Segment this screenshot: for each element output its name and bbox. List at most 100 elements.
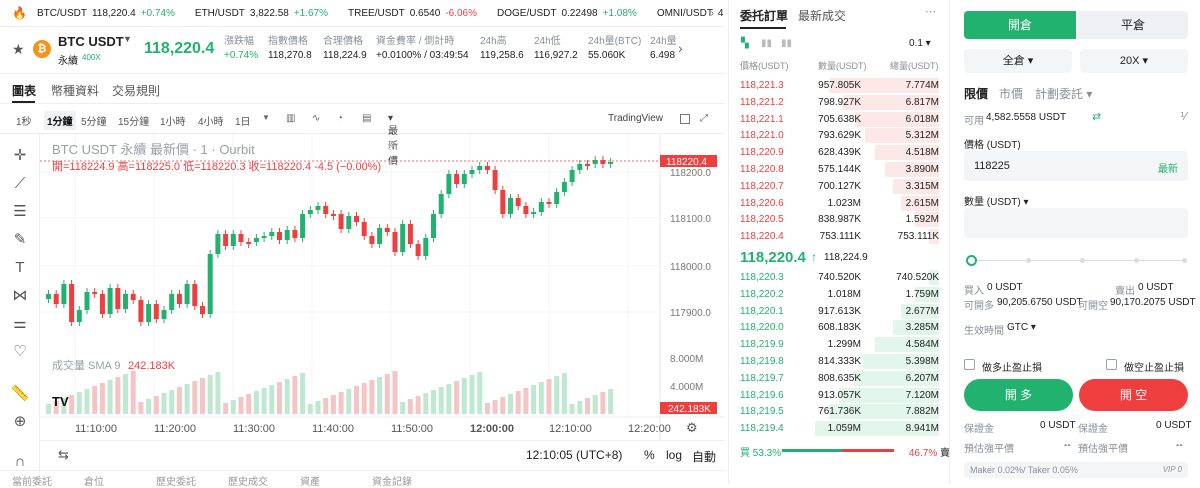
star-icon[interactable]: ★ [12,41,25,58]
ask-row[interactable]: 118,220.8 575.144K 3.890M [729,161,951,178]
calculator-icon[interactable]: ⅟ [1180,110,1186,123]
footer-tab[interactable]: 資產 [300,473,320,488]
order-type-limit[interactable]: 限價 [964,85,988,102]
tick-size-select[interactable]: 0.1 ▾ [909,38,931,49]
fullscreen-icon[interactable]: ⤢ [700,113,708,124]
order-type-plan[interactable]: 計劃委託 ▾ [1035,85,1092,102]
view-asks-icon[interactable]: ▮▮ [781,38,792,49]
volume-bar [207,375,213,414]
tab-chart[interactable]: 圖表 [12,82,36,99]
crosshair-icon[interactable]: ✛ [10,146,30,166]
chevron-right-icon[interactable]: › [711,8,714,19]
ticker-item[interactable]: TREE/USDT 0.6540 -6.06% [348,8,477,19]
settings-gear-icon[interactable]: ⚙ [686,420,698,435]
ticker-item[interactable]: DOGE/USDT 0.22498 +1.08% [497,8,637,19]
leverage-select[interactable]: 20X ▾ [1080,49,1188,73]
percent-toggle[interactable]: % [644,448,655,462]
open-position-tab[interactable]: 開倉 [964,11,1076,39]
zoom-icon[interactable]: ⊕ [10,412,30,432]
symbol-name[interactable]: BTC USDT [58,34,124,49]
price-input[interactable]: 118225 最新 [964,151,1188,181]
bid-row[interactable]: 118,220.2 1.018M 1.759M [729,286,951,303]
heart-icon[interactable]: ♡ [10,342,30,362]
tradingview-toggle[interactable]: TradingView [608,113,663,124]
footer-tab[interactable]: 資金記錄 [372,473,412,488]
footer-tab[interactable]: 歷史委託 [156,473,196,488]
checkbox-icon[interactable] [680,114,690,124]
candlestick-icon[interactable]: ▥ [286,113,295,124]
bid-row[interactable]: 118,220.0 608.183K 3.285M [729,319,951,336]
footer-tab[interactable]: 歷史成交 [228,473,268,488]
ask-row[interactable]: 118,221.1 705.638K 6.018M [729,111,951,128]
bid-row[interactable]: 118,219.4 1.059M 8.941M [729,420,951,437]
tab-trading-rules[interactable]: 交易規則 [112,82,160,99]
bid-row[interactable]: 118,219.6 913.057K 7.120M [729,387,951,404]
qty-slider[interactable] [966,255,1188,267]
interval-option[interactable]: 5分鐘 [81,113,107,128]
margin-mode-select[interactable]: 全倉 ▾ [964,49,1072,73]
order-type-market[interactable]: 市價 [999,85,1023,102]
ask-row[interactable]: 118,220.9 628.439K 4.518M [729,144,951,161]
ruler-icon[interactable]: 📏 [10,384,30,404]
ask-row[interactable]: 118,221.2 798.927K 6.817M [729,94,951,111]
interval-option[interactable]: 1日 [235,113,251,128]
bid-row[interactable]: 118,219.5 761.736K 7.882M [729,403,951,420]
bid-row[interactable]: 118,220.1 917.613K 2.677M [729,303,951,320]
bid-row[interactable]: 118,220.3 740.520K 740.520K [729,269,951,286]
measure-tools-icon[interactable]: ⚌ [10,314,30,334]
interval-option[interactable]: 4小時 [198,113,224,128]
trendline-icon[interactable]: ⟋ [10,174,30,194]
chevron-right-icon[interactable]: › [678,40,683,56]
interval-option[interactable]: 1秒 [16,113,32,128]
more-icon[interactable]: ⋯ [925,5,936,18]
ask-row[interactable]: 118,220.7 700.127K 3.315M [729,178,951,195]
ask-row[interactable]: 118,220.5 838.987K 1.592M [729,211,951,228]
pattern-icon[interactable]: ⋈ [10,286,30,306]
footer-tab[interactable]: 當前委託 [12,473,52,488]
magnet-icon[interactable]: ∩ [10,452,30,472]
ask-row[interactable]: 118,221.3 957.805K 7.774M [729,77,951,94]
price-type-select[interactable]: 最新價 ▾ [388,113,398,167]
tif-select[interactable]: GTC ▾ [1007,322,1036,333]
auto-toggle[interactable]: 自動 [692,448,716,465]
bid-row[interactable]: 118,219.8 814.333K 5.398M [729,353,951,370]
latest-price-button[interactable]: 最新 [1158,160,1178,175]
view-both-icon[interactable]: ▚ [741,38,749,49]
interval-option[interactable]: 15分鐘 [118,113,149,128]
bid-row[interactable]: 118,219.7 808.635K 6.207M [729,370,951,387]
qty-label[interactable]: 數量 (USDT) ▾ [964,193,1028,208]
compare-icon[interactable]: ⇆ [58,447,69,463]
bid-row[interactable]: 118,219.9 1.299M 4.584M [729,336,951,353]
tab-order-book[interactable]: 委托訂單 [740,7,788,24]
ask-row[interactable]: 118,220.4 753.111K 753.111K [729,228,951,245]
price-chart[interactable]: 118200.0 118100.0 118000.0 117900.0 8.000M 4.… [40,134,724,440]
log-toggle[interactable]: log [666,448,682,462]
open-long-button[interactable]: 開 多 [964,379,1073,411]
ask-row[interactable]: 118,220.6 1.023M 2.615M [729,195,951,212]
footer-tab[interactable]: 倉位 [84,473,104,488]
brush-icon[interactable]: ✎ [10,230,30,250]
template-icon[interactable]: ◔ [337,113,343,124]
interval-option[interactable]: 1小時 [160,113,186,128]
y-tick-label: 117900.0 [670,308,711,319]
transfer-icon[interactable]: ⇄ [1092,110,1101,123]
ticker-item[interactable]: ETH/USDT 3,822.58 +1.67% [195,8,328,19]
chevron-down-icon[interactable]: ▼ [123,34,132,44]
interval-dropdown-icon[interactable]: ▼ [262,113,270,122]
fib-icon[interactable]: ☰ [10,202,30,222]
interval-option[interactable]: 1分鐘 [44,111,76,130]
view-bids-icon[interactable]: ▮▮ [761,38,772,49]
text-icon[interactable]: T [10,258,30,278]
indicator-icon[interactable]: ∿ [312,113,320,124]
close-position-tab[interactable]: 平倉 [1078,11,1188,39]
ticker-item[interactable]: BTC/USDT 118,220.4 +0.74% [37,8,175,19]
tp-short-checkbox[interactable] [1106,359,1117,370]
open-short-button[interactable]: 開 空 [1079,379,1188,411]
ask-row[interactable]: 118,221.0 793.629K 5.312M [729,127,951,144]
tp-long-checkbox[interactable] [964,359,975,370]
header-stat: 24h量 6.498 [650,35,677,63]
qty-input[interactable] [964,208,1188,238]
layout-icon[interactable]: ▤ [362,113,371,124]
tab-coin-info[interactable]: 幣種資料 [51,82,99,99]
tab-recent-trades[interactable]: 最新成交 [798,7,846,24]
